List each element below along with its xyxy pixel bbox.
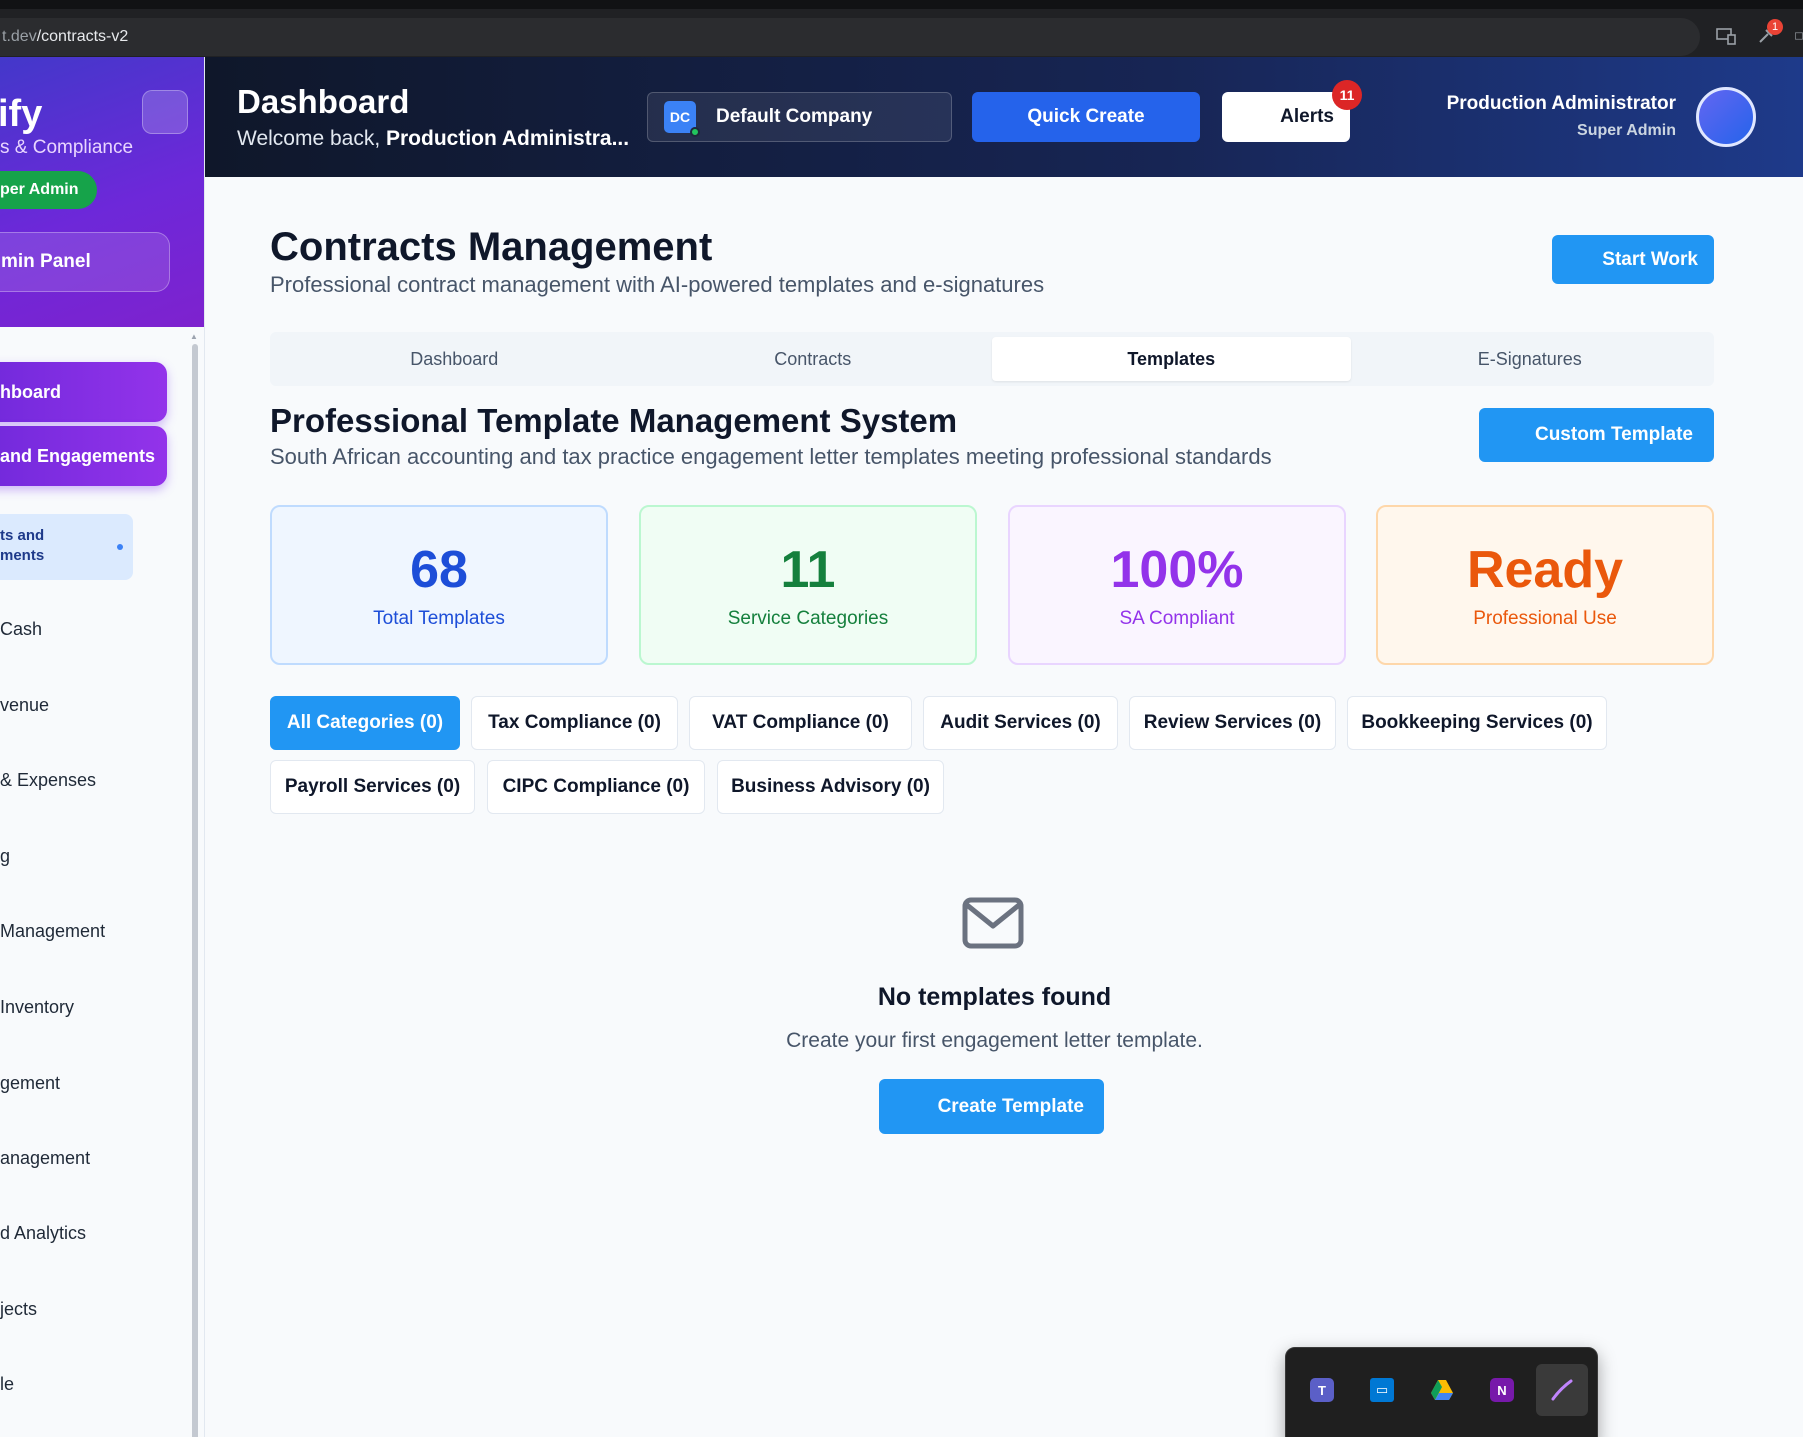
stats-row: 68 Total Templates 11 Service Categories… [270, 505, 1714, 665]
start-work-button[interactable]: Start Work [1552, 235, 1714, 284]
sidebar-item-dashboard[interactable]: hboard [0, 362, 167, 422]
welcome-prefix: Welcome back, [237, 127, 386, 150]
custom-template-button[interactable]: Custom Template [1479, 408, 1714, 462]
stat-card-professional-use: Ready Professional Use [1376, 505, 1714, 665]
filter-bookkeeping-services[interactable]: Bookkeeping Services (0) [1347, 696, 1607, 750]
main-content: Contracts Management Professional contra… [205, 177, 1803, 1437]
stat-card-total-templates: 68 Total Templates [270, 505, 608, 665]
company-avatar: DC [664, 101, 700, 137]
google-drive-icon[interactable] [1416, 1364, 1468, 1416]
stat-label: SA Compliant [1119, 608, 1235, 629]
user-avatar[interactable] [1696, 87, 1756, 147]
stat-card-service-categories: 11 Service Categories [639, 505, 977, 665]
sidebar-item-analytics[interactable]: d Analytics [0, 1223, 86, 1244]
url-domain: t.dev [2, 28, 37, 45]
company-name: Default Company [716, 106, 873, 127]
sidebar-item-contracts-and-engagements[interactable]: and Engagements [0, 426, 167, 486]
teams-icon[interactable]: T [1296, 1364, 1348, 1416]
sidebar-toggle-icon[interactable] [1795, 25, 1803, 47]
browser-toolbar: t.dev/contracts-v2 1 [0, 0, 1803, 57]
stat-value: 68 [410, 541, 468, 599]
envelope-icon [962, 897, 1024, 949]
page-subtitle: Professional contract management with AI… [270, 272, 1045, 297]
tab-e-signatures[interactable]: E-Signatures [1351, 337, 1710, 381]
sidebar: ify s & Compliance per Admin min Panel ▲… [0, 57, 205, 1437]
online-status-dot [690, 127, 700, 137]
section-subtitle: South African accounting and tax practic… [270, 444, 1272, 469]
company-selector[interactable]: DC Default Company [647, 92, 952, 142]
stat-label: Professional Use [1473, 608, 1617, 629]
filter-all-categories[interactable]: All Categories (0) [270, 696, 460, 750]
empty-state-title: No templates found [877, 983, 1112, 1011]
pen-icon[interactable] [1536, 1364, 1588, 1416]
welcome-message: Welcome back, Production Administra... [237, 127, 637, 151]
sidebar-item-engagement[interactable]: gement [0, 1073, 60, 1094]
sidebar-item-management[interactable]: Management [0, 921, 105, 942]
brand-subtitle: s & Compliance [0, 137, 134, 158]
cast-icon[interactable] [1715, 25, 1737, 47]
sidebar-item-revenue[interactable]: venue [0, 695, 49, 716]
admin-panel-button[interactable]: min Panel [0, 232, 170, 292]
user-role: Super Admin [1577, 122, 1676, 139]
sidebar-item-anagement[interactable]: anagement [0, 1148, 90, 1169]
onenote-icon[interactable]: N [1476, 1364, 1528, 1416]
subitem-label-line2: ments [0, 547, 45, 564]
create-template-button[interactable]: Create Template [879, 1079, 1104, 1134]
contracts-tabs: Dashboard Contracts Templates E-Signatur… [270, 332, 1714, 386]
taskbar-tray-popup: T ▭ N [1285, 1347, 1598, 1437]
filter-business-advisory[interactable]: Business Advisory (0) [717, 760, 944, 814]
sidebar-item-banking[interactable]: g [0, 846, 10, 867]
filter-review-services[interactable]: Review Services (0) [1129, 696, 1336, 750]
subitem-label-line1: ts and [0, 527, 45, 544]
url-path: /contracts-v2 [36, 28, 129, 45]
scroll-up-arrow-icon[interactable]: ▲ [190, 332, 198, 341]
alerts-button[interactable]: Alerts 11 [1222, 80, 1362, 142]
extension-icon[interactable]: 1 [1755, 19, 1783, 47]
sidebar-item-le[interactable]: le [0, 1374, 14, 1395]
top-header: Dashboard Welcome back, Production Admin… [205, 57, 1803, 177]
filter-audit-services[interactable]: Audit Services (0) [923, 696, 1118, 750]
tab-templates[interactable]: Templates [992, 337, 1351, 381]
filter-payroll-services[interactable]: Payroll Services (0) [270, 760, 475, 814]
alerts-label: Alerts [1280, 106, 1334, 127]
extension-badge: 1 [1767, 19, 1783, 35]
stat-value: 11 [780, 541, 836, 599]
welcome-user-name: Production Administra... [386, 127, 630, 150]
alerts-count-badge: 11 [1332, 80, 1362, 110]
stat-label: Service Categories [727, 608, 889, 629]
tab-contracts[interactable]: Contracts [634, 337, 993, 381]
section-title: Professional Template Management System [270, 402, 958, 439]
stat-label: Total Templates [373, 608, 505, 629]
role-badge: per Admin [0, 171, 97, 209]
sidebar-brand: ify s & Compliance per Admin min Panel [0, 57, 204, 327]
sidebar-item-cash[interactable]: Cash [0, 619, 42, 640]
remote-desktop-icon[interactable]: ▭ [1356, 1364, 1408, 1416]
filter-tax-compliance[interactable]: Tax Compliance (0) [471, 696, 678, 750]
sidebar-item-expenses[interactable]: & Expenses [0, 770, 96, 791]
stat-value: 100% [1110, 541, 1244, 599]
user-name: Production Administrator [1446, 93, 1676, 114]
empty-state-subtitle: Create your first engagement letter temp… [786, 1029, 1203, 1052]
page-title: Contracts Management [270, 225, 713, 269]
address-bar[interactable]: t.dev/contracts-v2 [0, 18, 1700, 56]
stat-value: Ready [1466, 541, 1624, 599]
sidebar-scrollbar[interactable]: ▲ [190, 332, 200, 1437]
brand-name: ify [0, 93, 43, 135]
header-title: Dashboard [237, 83, 410, 120]
filter-vat-compliance[interactable]: VAT Compliance (0) [689, 696, 912, 750]
stat-card-sa-compliant: 100% SA Compliant [1008, 505, 1346, 665]
sidebar-collapse-button[interactable] [142, 90, 188, 134]
company-initials: DC [669, 109, 691, 125]
sidebar-item-projects[interactable]: jects [0, 1299, 37, 1320]
sidebar-item-inventory[interactable]: Inventory [0, 997, 74, 1018]
active-dot [117, 544, 123, 550]
quick-create-button[interactable]: Quick Create [972, 92, 1200, 142]
filter-cipc-compliance[interactable]: CIPC Compliance (0) [487, 760, 705, 814]
tab-dashboard[interactable]: Dashboard [275, 337, 634, 381]
sidebar-subitem-contracts-and-engagements[interactable]: ts and ments [0, 514, 133, 580]
scrollbar-thumb[interactable] [192, 344, 198, 1437]
